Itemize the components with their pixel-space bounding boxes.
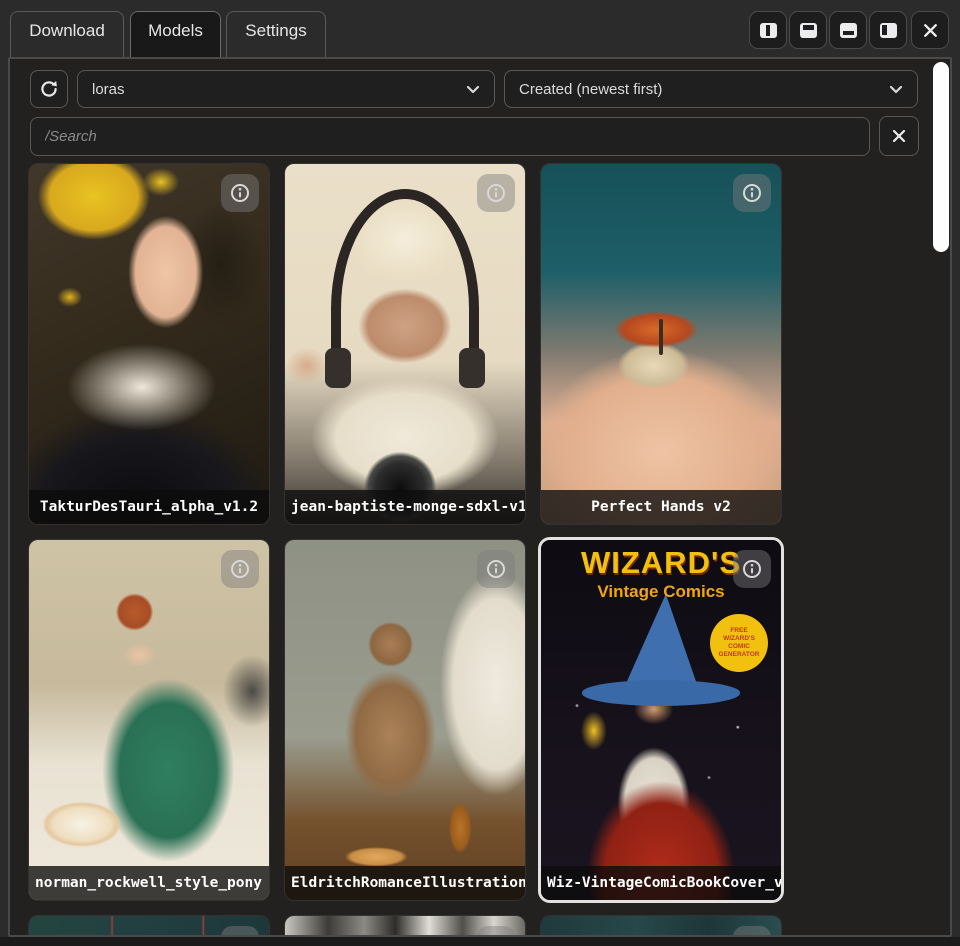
model-title: Wiz-VintageComicBookCover_v1 [541, 866, 781, 900]
close-icon [921, 21, 940, 40]
split-vertical-icon [760, 23, 777, 38]
headphones-shape [331, 189, 480, 383]
model-card[interactable] [541, 916, 781, 937]
info-button[interactable] [477, 174, 515, 212]
panel-bottom-icon [840, 23, 857, 38]
refresh-icon [38, 78, 60, 100]
butterfly-shape [659, 319, 663, 355]
info-icon [741, 934, 763, 937]
tab-download-label: Download [29, 21, 105, 41]
info-icon [229, 558, 251, 580]
model-thumbnail [29, 164, 269, 524]
model-thumbnail: WIZARD'S Vintage Comics FREE WIZARD'S CO… [541, 540, 781, 900]
model-thumbnail [541, 164, 781, 524]
close-icon [890, 127, 908, 145]
info-icon [485, 934, 507, 937]
model-title: EldritchRomanceIllustration [285, 866, 525, 900]
model-card[interactable]: jean-baptiste-monge-sdxl-v1 [285, 164, 525, 524]
info-button[interactable] [733, 174, 771, 212]
scrollbar-thumb[interactable] [933, 62, 949, 252]
clear-search-button[interactable] [879, 116, 919, 156]
tab-settings-label: Settings [245, 21, 306, 41]
panel-left-icon [880, 23, 897, 38]
model-title: Perfect Hands v2 [541, 490, 781, 524]
tab-models[interactable]: Models [130, 11, 221, 57]
model-thumbnail [285, 164, 525, 524]
app-window: Download Models Settings loras [0, 0, 960, 946]
model-card[interactable]: TakturDesTauri_alpha_v1.2 [29, 164, 269, 524]
sort-select[interactable]: Created (newest first) [504, 70, 918, 108]
info-icon [741, 182, 763, 204]
models-panel: loras Created (newest first) [8, 57, 952, 937]
chevron-down-icon [889, 85, 903, 94]
info-button[interactable] [733, 926, 771, 937]
window-bottom-edge [0, 937, 960, 946]
close-button[interactable] [911, 11, 949, 49]
wizard-hat-shape [613, 594, 709, 691]
model-card[interactable]: Perfect Hands v2 [541, 164, 781, 524]
info-button[interactable] [221, 550, 259, 588]
info-icon [741, 558, 763, 580]
wizard-hat-brim-shape [582, 680, 740, 705]
model-card[interactable]: EldritchRomanceIllustration [285, 540, 525, 900]
cover-badge: FREE WIZARD'S COMIC GENERATOR [710, 614, 768, 672]
info-icon [229, 934, 251, 937]
layout-panel-left-button[interactable] [869, 11, 907, 49]
tab-download[interactable]: Download [10, 11, 124, 57]
panel-top-icon [800, 23, 817, 38]
info-button[interactable] [477, 550, 515, 588]
layout-panel-top-button[interactable] [789, 11, 827, 49]
info-icon [485, 558, 507, 580]
model-title: TakturDesTauri_alpha_v1.2 [29, 490, 269, 524]
sort-value: Created (newest first) [519, 81, 662, 98]
info-button[interactable] [733, 550, 771, 588]
layout-split-vertical-button[interactable] [749, 11, 787, 49]
layout-panel-bottom-button[interactable] [829, 11, 867, 49]
chevron-down-icon [466, 85, 480, 94]
model-type-value: loras [92, 81, 125, 98]
model-card[interactable] [29, 916, 269, 937]
model-thumbnail [29, 540, 269, 900]
model-card[interactable]: norman_rockwell_style_pony [29, 540, 269, 900]
search-input[interactable] [30, 117, 870, 156]
info-icon [485, 182, 507, 204]
tab-models-label: Models [148, 21, 203, 41]
model-type-select[interactable]: loras [77, 70, 495, 108]
tab-settings[interactable]: Settings [226, 11, 326, 57]
model-thumbnail [285, 540, 525, 900]
model-title: jean-baptiste-monge-sdxl-v1 [285, 490, 525, 524]
model-card[interactable]: WIZARD'S Vintage Comics FREE WIZARD'S CO… [541, 540, 781, 900]
refresh-button[interactable] [30, 70, 68, 108]
info-button[interactable] [477, 926, 515, 937]
info-button[interactable] [221, 174, 259, 212]
info-button[interactable] [221, 926, 259, 937]
model-title: norman_rockwell_style_pony [29, 866, 269, 900]
info-icon [229, 182, 251, 204]
model-card[interactable] [285, 916, 525, 937]
